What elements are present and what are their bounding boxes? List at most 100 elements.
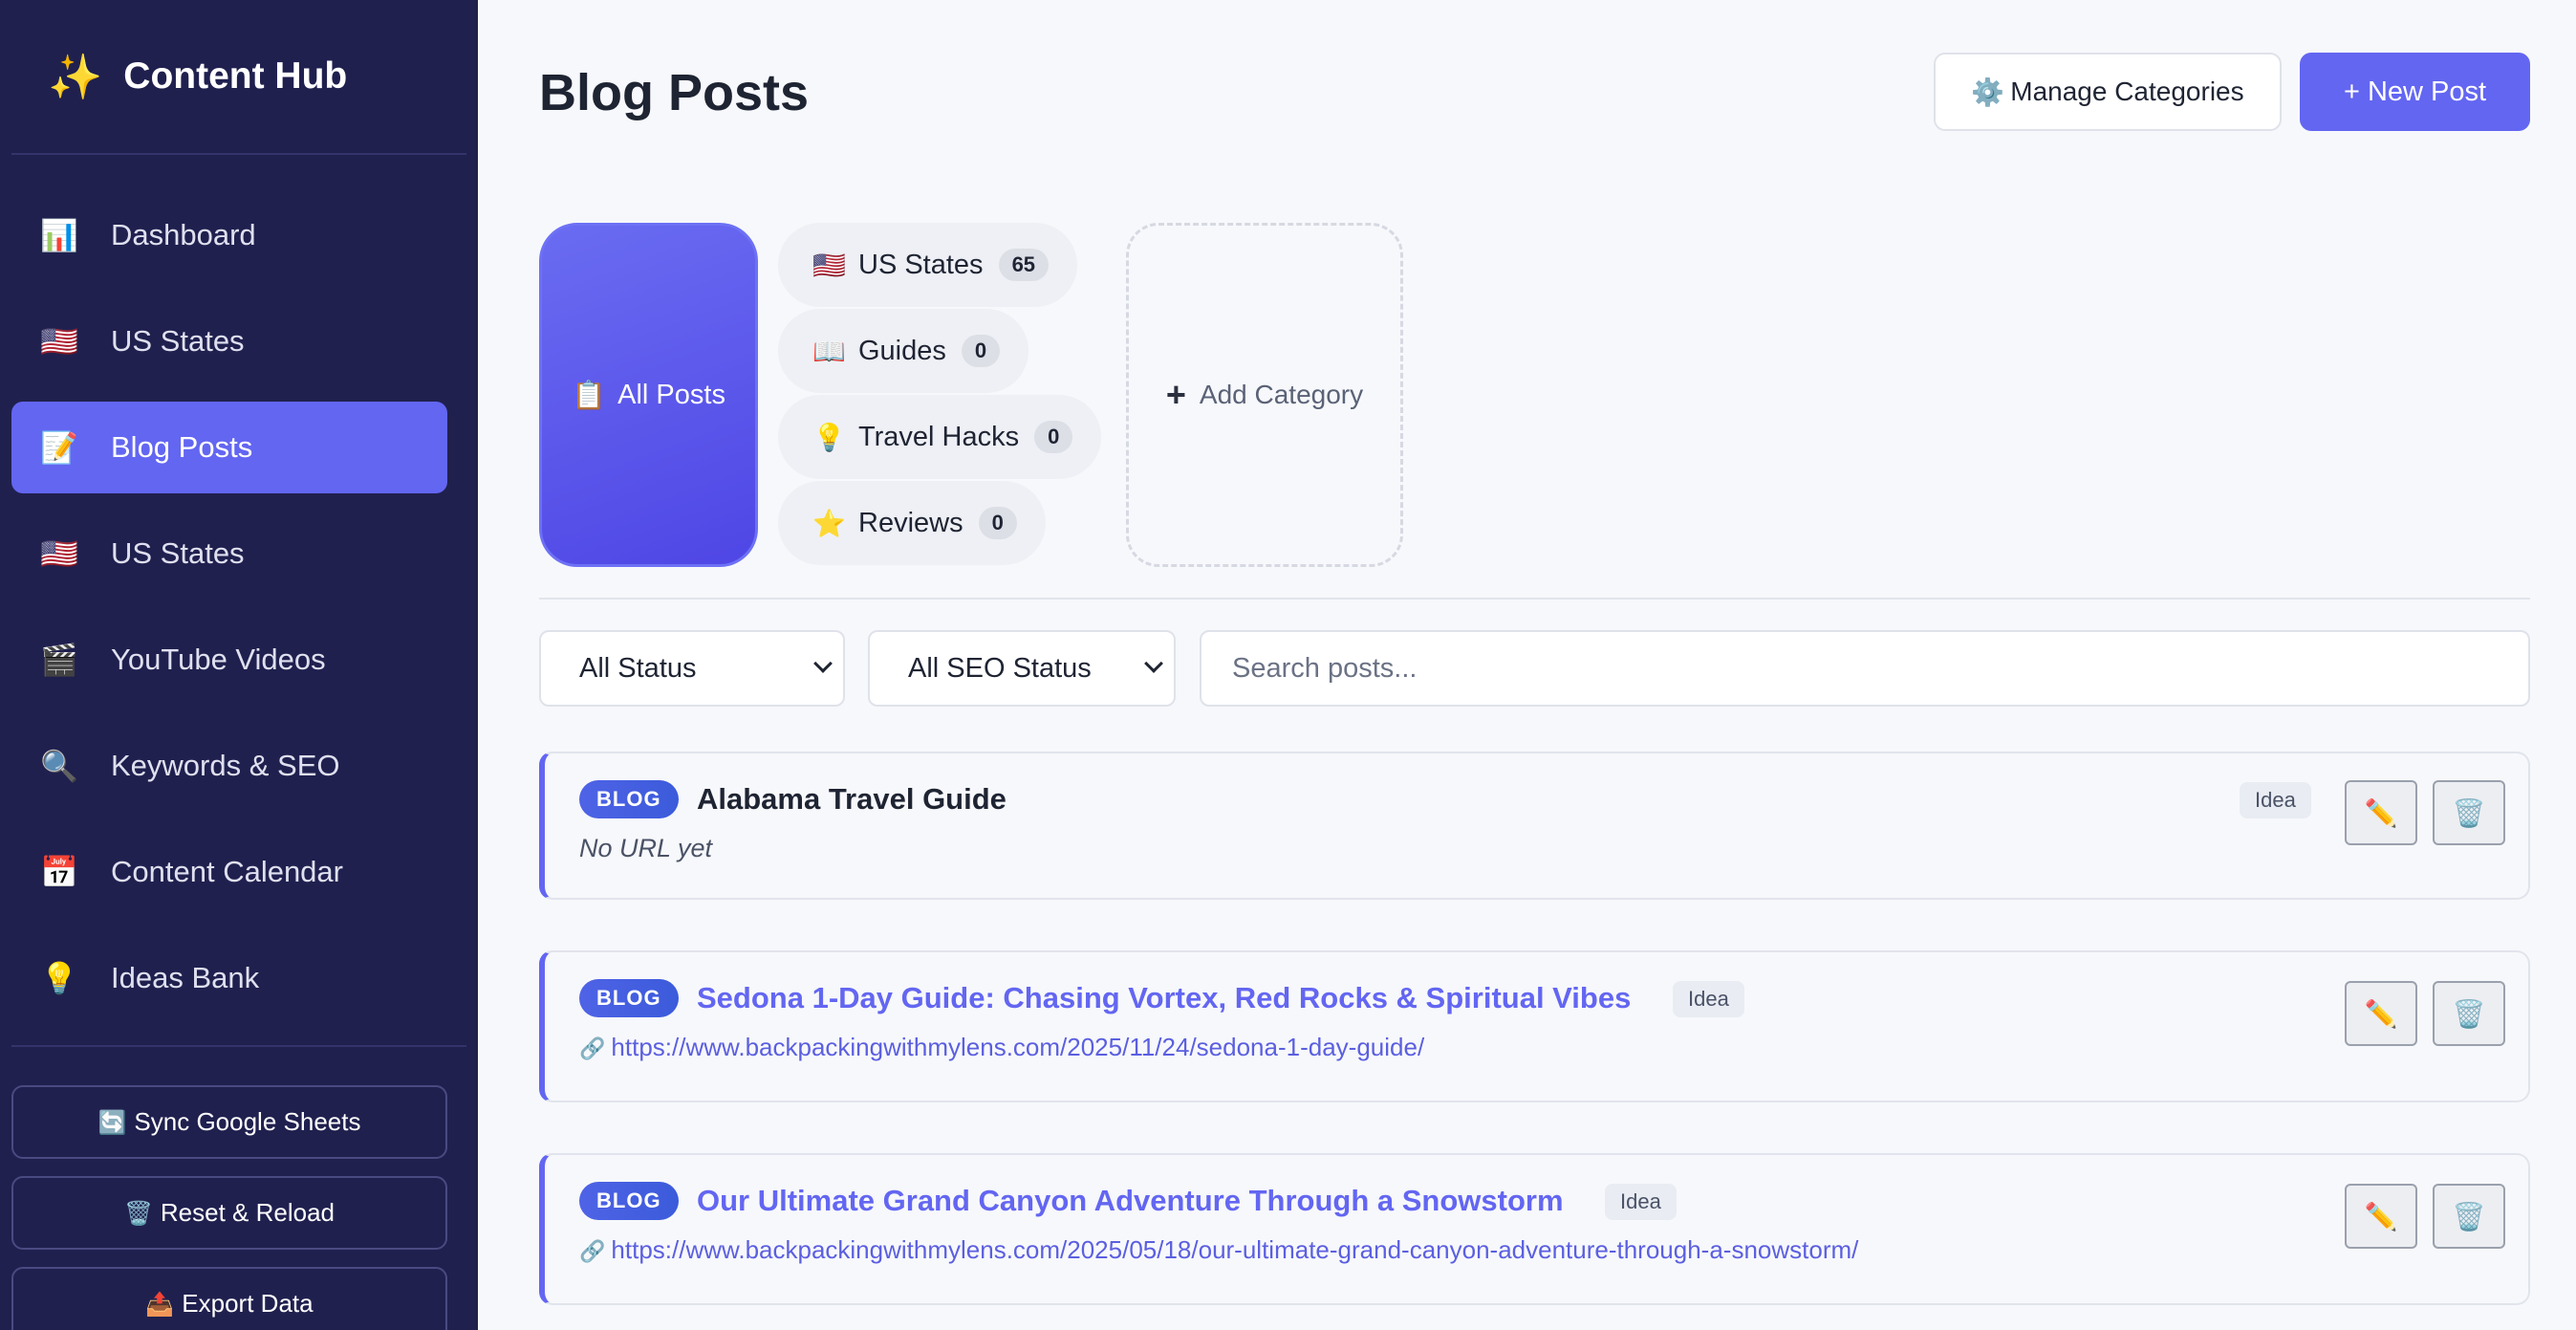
status-filter-select[interactable]: All Status: [539, 630, 845, 707]
sidebar-item-dashboard[interactable]: 📊 Dashboard: [11, 189, 447, 281]
category-label: US States: [858, 249, 984, 280]
new-post-button[interactable]: + New Post: [2300, 53, 2530, 131]
category-all-posts[interactable]: 📋 All Posts: [539, 223, 758, 567]
post-type-badge: BLOG: [579, 979, 679, 1017]
calendar-icon: 📅: [40, 854, 78, 890]
pencil-icon: ✏️: [2364, 1200, 2398, 1232]
magnifier-icon: 🔍: [40, 748, 78, 784]
lightbulb-icon: 💡: [40, 960, 78, 996]
category-count: 0: [978, 507, 1017, 539]
sidebar-item-label: Blog Posts: [111, 430, 253, 464]
delete-button[interactable]: 🗑️: [2433, 1184, 2505, 1249]
sidebar-item-youtube-videos[interactable]: 🎬 YouTube Videos: [11, 614, 447, 706]
post-title: Alabama Travel Guide: [697, 782, 1007, 816]
link-icon: 🔗: [579, 1037, 606, 1061]
seo-status-filter-select[interactable]: All SEO Status: [868, 630, 1176, 707]
manage-categories-button[interactable]: ⚙️ Manage Categories: [1934, 53, 2282, 131]
category-count: 0: [961, 335, 1001, 367]
trash-icon: 🗑️: [2452, 796, 2486, 829]
button-label: Add Category: [1199, 380, 1364, 409]
page-title: Blog Posts: [539, 64, 810, 121]
main-content: Blog Posts ⚙️ Manage Categories + New Po…: [478, 0, 2576, 1330]
category-label: Travel Hacks: [858, 421, 1020, 452]
edit-button[interactable]: ✏️: [2345, 780, 2417, 845]
post-card[interactable]: BLOG Sedona 1-Day Guide: Chasing Vortex,…: [539, 950, 2530, 1102]
us-flag-icon: 🇺🇸: [40, 323, 78, 360]
sidebar-item-content-calendar[interactable]: 📅 Content Calendar: [11, 826, 447, 918]
trash-icon: 🗑️: [124, 1199, 153, 1227]
sidebar-item-label: Content Calendar: [111, 855, 343, 888]
category-label: Guides: [858, 335, 946, 366]
search-input[interactable]: [1200, 630, 2530, 707]
post-url[interactable]: 🔗 https://www.backpackingwithmylens.com/2…: [579, 1033, 1424, 1062]
gear-icon: ⚙️: [1971, 76, 2005, 108]
status-badge: Idea: [1605, 1184, 1677, 1220]
category-reviews[interactable]: ⭐ Reviews 0: [778, 481, 1046, 565]
post-url[interactable]: 🔗 https://www.backpackingwithmylens.com/2…: [579, 1235, 1858, 1265]
category-guides[interactable]: 📖 Guides 0: [778, 309, 1029, 393]
category-count: 65: [998, 249, 1050, 281]
brand-name: Content Hub: [123, 55, 348, 97]
link-icon: 🔗: [579, 1240, 606, 1264]
delete-button[interactable]: 🗑️: [2433, 981, 2505, 1046]
sidebar-item-blog-posts[interactable]: 📝 Blog Posts: [11, 402, 447, 493]
sidebar-item-label: US States: [111, 324, 245, 358]
post-title-link[interactable]: Sedona 1-Day Guide: Chasing Vortex, Red …: [697, 981, 1631, 1015]
post-card[interactable]: BLOG Our Ultimate Grand Canyon Adventure…: [539, 1153, 2530, 1305]
post-url-text: https://www.backpackingwithmylens.com/20…: [611, 1033, 1425, 1061]
sidebar-nav: 📊 Dashboard 🇺🇸 US States 📝 Blog Posts 🇺🇸…: [0, 155, 478, 1024]
status-badge: Idea: [1673, 981, 1744, 1017]
book-icon: 📖: [812, 335, 846, 367]
button-label: Manage Categories: [2010, 76, 2244, 106]
edit-button[interactable]: ✏️: [2345, 1184, 2417, 1249]
sidebar: ✨ Content Hub 📊 Dashboard 🇺🇸 US States 📝…: [0, 0, 478, 1330]
select-value: All SEO Status: [908, 652, 1092, 684]
clipboard-icon: 📋: [572, 378, 607, 411]
button-label: Sync Google Sheets: [134, 1107, 361, 1136]
plus-icon: +: [1165, 375, 1186, 414]
export-data-button[interactable]: 📤 Export Data: [11, 1267, 447, 1330]
pencil-icon: ✏️: [2364, 796, 2398, 829]
sidebar-item-label: YouTube Videos: [111, 643, 326, 676]
delete-button[interactable]: 🗑️: [2433, 780, 2505, 845]
post-title-link[interactable]: Our Ultimate Grand Canyon Adventure Thro…: [697, 1184, 1564, 1218]
bar-chart-icon: 📊: [40, 217, 78, 253]
button-label: Reset & Reload: [160, 1198, 335, 1227]
chevron-down-icon: [813, 654, 833, 673]
sparkles-icon: ✨: [48, 50, 103, 102]
sync-google-sheets-button[interactable]: 🔄 Sync Google Sheets: [11, 1085, 447, 1159]
post-card[interactable]: BLOG Alabama Travel Guide No URL yet Ide…: [539, 752, 2530, 900]
outbox-icon: 📤: [145, 1290, 175, 1318]
us-flag-icon: 🇺🇸: [40, 535, 78, 572]
category-count: 0: [1034, 421, 1073, 453]
sidebar-item-us-states[interactable]: 🇺🇸 US States: [11, 295, 447, 387]
sidebar-item-label: Ideas Bank: [111, 961, 260, 994]
button-label: Export Data: [182, 1289, 314, 1318]
star-icon: ⭐: [812, 507, 846, 539]
post-url: No URL yet: [579, 834, 713, 862]
post-type-badge: BLOG: [579, 1182, 679, 1220]
sidebar-actions: 🔄 Sync Google Sheets 🗑️ Reset & Reload 📤…: [0, 1047, 478, 1330]
sidebar-item-label: Dashboard: [111, 218, 256, 251]
sidebar-item-us-states-2[interactable]: 🇺🇸 US States: [11, 508, 447, 600]
sync-icon: 🔄: [97, 1108, 127, 1136]
status-badge: Idea: [2240, 782, 2311, 818]
sidebar-item-keywords-seo[interactable]: 🔍 Keywords & SEO: [11, 720, 447, 812]
us-flag-icon: 🇺🇸: [812, 249, 846, 281]
brand: ✨ Content Hub: [11, 0, 466, 155]
category-travel-hacks[interactable]: 💡 Travel Hacks 0: [778, 395, 1102, 479]
pencil-icon: ✏️: [2364, 997, 2398, 1030]
section-divider: [539, 598, 2530, 600]
post-url-text: https://www.backpackingwithmylens.com/20…: [611, 1235, 1859, 1264]
clapper-icon: 🎬: [40, 642, 78, 678]
category-us-states[interactable]: 🇺🇸 US States 65: [778, 223, 1078, 307]
reset-reload-button[interactable]: 🗑️ Reset & Reload: [11, 1176, 447, 1250]
add-category-button[interactable]: + Add Category: [1126, 223, 1403, 567]
trash-icon: 🗑️: [2452, 997, 2486, 1030]
category-label: All Posts: [617, 379, 725, 410]
edit-button[interactable]: ✏️: [2345, 981, 2417, 1046]
category-label: Reviews: [858, 507, 963, 538]
post-type-badge: BLOG: [579, 780, 679, 818]
sidebar-item-ideas-bank[interactable]: 💡 Ideas Bank: [11, 932, 447, 1024]
select-value: All Status: [579, 652, 697, 684]
